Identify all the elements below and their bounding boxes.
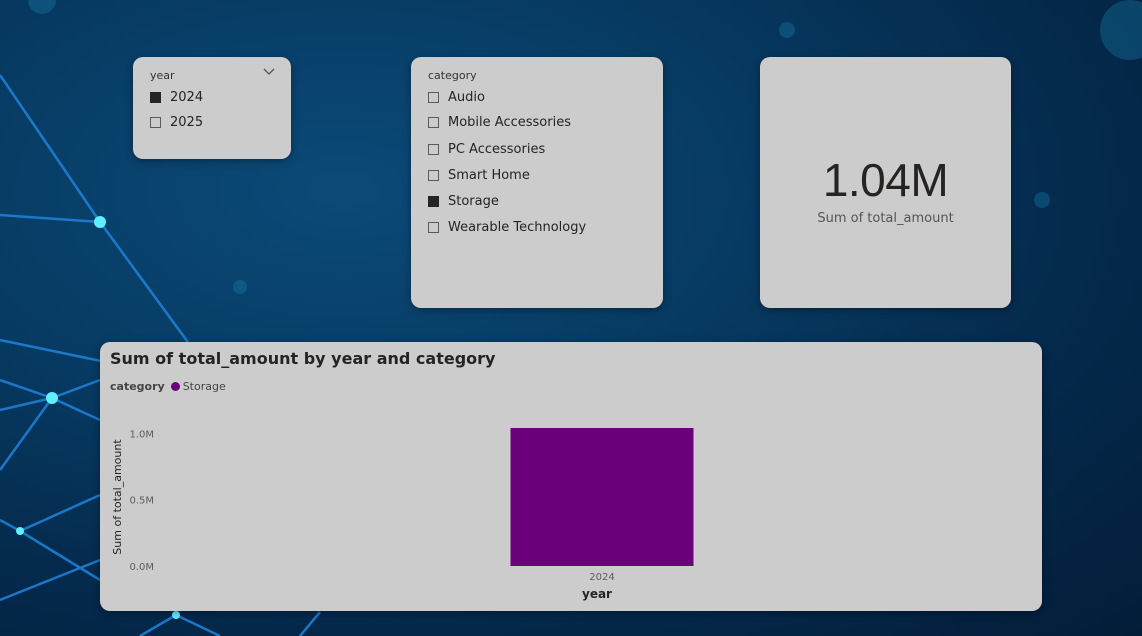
year-option-label: 2025 (170, 114, 204, 130)
year-slicer-title: year (150, 69, 175, 82)
category-option-label: Storage (448, 193, 499, 209)
x-axis-title: year (582, 587, 612, 601)
kpi-value: 1.04M (822, 154, 949, 206)
category-option-label: Smart Home (448, 167, 530, 183)
category-option-audio[interactable]: Audio (428, 88, 485, 106)
category-option-smart-home[interactable]: Smart Home (428, 166, 530, 184)
kpi-card: 1.04M Sum of total_amount (760, 57, 1011, 308)
category-option-wearable-technology[interactable]: Wearable Technology (428, 218, 586, 236)
category-slicer: category Audio Mobile Accessories PC Acc… (411, 57, 663, 308)
category-option-storage[interactable]: Storage (428, 192, 499, 210)
x-tick-label: 2024 (589, 572, 614, 583)
bar-chart-card: Sum of total_amount by year and category… (100, 342, 1042, 611)
bar-2024 (510, 428, 694, 566)
checkbox-wearable-technology[interactable] (428, 221, 439, 233)
category-option-label: Audio (448, 89, 485, 105)
chart-plot: 0.0M 0.5M 1.0M Sum of total_amount 2024 year (111, 428, 694, 601)
category-option-mobile-accessories[interactable]: Mobile Accessories (428, 113, 571, 131)
checkbox-2024[interactable] (150, 91, 161, 103)
y-tick-label: 0.0M (129, 562, 154, 573)
y-axis-title: Sum of total_amount (111, 439, 124, 555)
checkbox-storage[interactable] (428, 195, 439, 207)
category-option-label: Wearable Technology (448, 219, 587, 235)
chevron-down-icon[interactable] (263, 66, 275, 78)
checkbox-mobile-accessories[interactable] (428, 116, 439, 128)
checkbox-pc-accessories[interactable] (428, 143, 439, 155)
checkbox-2025[interactable] (150, 116, 161, 128)
category-option-pc-accessories[interactable]: PC Accessories (428, 140, 545, 158)
category-option-label: Mobile Accessories (448, 114, 571, 130)
year-option-label: 2024 (170, 89, 204, 105)
year-option-2025[interactable]: 2025 (150, 113, 203, 131)
category-option-label: PC Accessories (448, 141, 546, 157)
checkbox-audio[interactable] (428, 91, 439, 103)
y-tick-label: 1.0M (129, 429, 154, 440)
kpi-label: Sum of total_amount (817, 211, 954, 226)
category-slicer-title: category (428, 69, 477, 82)
checkbox-smart-home[interactable] (428, 169, 439, 181)
year-option-2024[interactable]: 2024 (150, 88, 203, 106)
y-tick-label: 0.5M (129, 496, 154, 507)
year-slicer: year 2024 2025 (133, 57, 291, 159)
